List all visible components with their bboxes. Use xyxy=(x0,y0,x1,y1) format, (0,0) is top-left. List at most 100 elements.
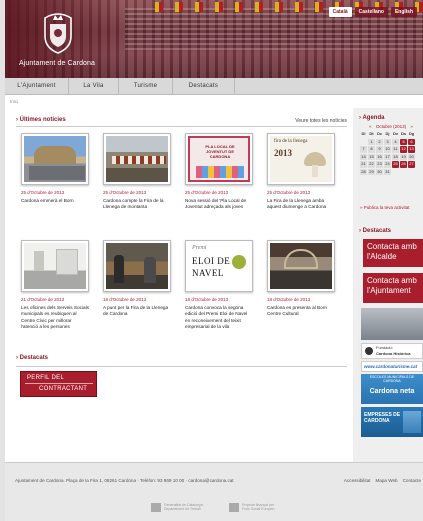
fse-logo[interactable]: Projecte finançat per Fons Social Europe… xyxy=(229,501,282,513)
news-item[interactable]: Premi ELOI DE NAVEL 18 d'Octubre de 2013… xyxy=(185,240,253,331)
calendar-day[interactable]: 4 xyxy=(392,138,399,145)
calendar-day[interactable]: 29 xyxy=(368,168,375,175)
navel-label: NAVEL xyxy=(192,268,224,278)
calendar-day[interactable] xyxy=(392,169,399,176)
all-news-link[interactable]: Veure totes les notícies xyxy=(295,118,347,124)
footer-link-mapa-web[interactable]: Mapa Web xyxy=(375,478,397,483)
news-thumbnail[interactable] xyxy=(267,240,335,292)
news-item[interactable]: 21 d'Octubre de 2013 Les oficines dels S… xyxy=(21,240,89,331)
calendar-day[interactable]: 28 xyxy=(360,168,367,175)
calendar-day[interactable]: 20 xyxy=(408,153,415,160)
cal-month: Octubre (2013) xyxy=(375,124,407,129)
calendar-day[interactable]: 13 xyxy=(408,146,415,153)
footer: Ajuntament de Cardona. Plaça de la Fira … xyxy=(5,462,423,521)
calendar-day[interactable]: 22 xyxy=(368,161,375,168)
escoles-banner[interactable]: ESCOLES MUNICIPALS DE CARDONA Cardona ne… xyxy=(361,374,423,404)
breadcrumb[interactable]: Inici xyxy=(10,99,18,104)
calendar-day[interactable]: 16 xyxy=(376,153,383,160)
calendar-day[interactable]: 5 xyxy=(400,138,407,145)
calendar-day[interactable]: 19 xyxy=(400,153,407,160)
calendar-day[interactable]: 17 xyxy=(384,153,391,160)
lang-castellano[interactable]: Castellano xyxy=(354,7,388,17)
perfil-contractant-banner[interactable]: PERFIL DEL CONTRACTANT xyxy=(20,371,97,397)
contact-ajuntament-button[interactable]: Contacta amb l'Ajuntament xyxy=(363,273,423,303)
calendar-day[interactable]: 6 xyxy=(408,138,415,145)
calendar-day[interactable]: 18 xyxy=(392,153,399,160)
fundacio-title: Fundació xyxy=(376,345,393,350)
calendar-day[interactable]: 30 xyxy=(376,168,383,175)
calendar-day[interactable] xyxy=(360,139,367,146)
news-headline[interactable]: Nova sessió del 'Pla Local de Joventut a… xyxy=(185,198,253,211)
fundacio-banner[interactable]: Fundació Cardona Històrica xyxy=(361,343,423,359)
news-headline[interactable]: Cardona convoca la segona edició del Pre… xyxy=(185,305,253,331)
header-banner: Ajuntament de Cardona Català Castellano … xyxy=(5,0,423,78)
town-photo-banner[interactable] xyxy=(361,308,423,340)
calendar-day[interactable]: 21 xyxy=(360,161,367,168)
news-item[interactable]: 18 d'Octubre de 2013 A punt per la Fira … xyxy=(103,240,171,318)
turisme-web-banner[interactable]: www.cardonaturisme.cat xyxy=(361,361,423,372)
news-thumbnail[interactable] xyxy=(103,240,171,292)
calendar-day[interactable]: 14 xyxy=(360,153,367,160)
calendar-day[interactable]: 3 xyxy=(384,138,391,145)
news-headline[interactable]: A punt per la Fira de la Llenega de Card… xyxy=(103,305,171,318)
calendar-day[interactable]: 9 xyxy=(376,146,383,153)
perfil-line1: PERFIL DEL xyxy=(27,375,65,381)
news-headline[interactable]: La Fira de la Llenega amba aquest diumen… xyxy=(267,198,335,211)
calendar-day[interactable]: 15 xyxy=(368,153,375,160)
news-thumbnail[interactable]: fira de la llenega 2013 xyxy=(267,133,335,185)
eloi-label: ELOI DE xyxy=(192,256,231,266)
nav-la-vila[interactable]: La Vila xyxy=(69,78,119,94)
footer-link-accessibilitat[interactable]: Accessibilitat xyxy=(344,478,371,483)
generalitat-logo-text: Generalitat de Catalunya Departament de … xyxy=(164,503,203,511)
generalitat-logo[interactable]: Generalitat de Catalunya Departament de … xyxy=(151,501,204,513)
nav-turisme[interactable]: Turisme xyxy=(119,78,173,94)
lang-english[interactable]: English xyxy=(390,7,417,17)
news-headline[interactable]: Cardona compte la Fira de la Llenega de … xyxy=(103,198,171,211)
site-name[interactable]: Ajuntament de Cardona xyxy=(19,60,95,67)
empreses-banner[interactable]: EMPRESES DE CARDONA xyxy=(361,407,423,437)
calendar-day[interactable]: 1 xyxy=(368,138,375,145)
destacats-section-title: Destacats xyxy=(16,355,48,361)
calendar-day[interactable]: 23 xyxy=(376,161,383,168)
pla-label: PLA LOCAL DE JOVENTUT DE CARDONA xyxy=(205,144,235,159)
calendar-day[interactable]: 7 xyxy=(360,146,367,153)
contact-alcalde-button[interactable]: Contacta amb l'Alcalde xyxy=(363,239,423,267)
news-item[interactable]: fira de la llenega 2013 25 d'Octubre de … xyxy=(267,133,335,211)
news-date: 18 d'Octubre de 2013 xyxy=(185,297,229,302)
calendar-day[interactable]: 12 xyxy=(400,146,407,153)
news-thumbnail[interactable]: PLA LOCAL DE JOVENTUT DE CARDONA xyxy=(185,133,253,185)
cal-prev-icon[interactable]: « xyxy=(369,124,372,129)
news-item[interactable]: 25 d'Octubre de 2013 Cardona compte la F… xyxy=(103,133,171,211)
calendar-day[interactable]: 31 xyxy=(384,168,391,175)
news-headline[interactable]: Cardona es presenta al Born Centre Cultu… xyxy=(267,305,335,318)
nav-ajuntament[interactable]: L'Ajuntament xyxy=(5,78,69,94)
calendar-day[interactable]: 2 xyxy=(376,138,383,145)
news-thumbnail[interactable] xyxy=(103,133,171,185)
publica-activitat-link[interactable]: » Publica la teva activitat xyxy=(360,205,410,210)
calendar-day[interactable]: 8 xyxy=(368,146,375,153)
nav-destacats[interactable]: Destacats xyxy=(173,78,235,94)
calendar-day[interactable]: 10 xyxy=(384,146,391,153)
news-item[interactable]: 25 d'Octubre de 2013 Cardona emmerà el B… xyxy=(21,133,89,204)
news-thumbnail[interactable] xyxy=(21,240,89,292)
news-headline[interactable]: Les oficines dels Serveis Socials munici… xyxy=(21,305,89,331)
cal-next-icon[interactable]: » xyxy=(410,124,413,129)
calendar-day[interactable]: 27 xyxy=(408,161,415,168)
lang-catala[interactable]: Català xyxy=(328,7,352,17)
calendar-day[interactable] xyxy=(408,169,415,176)
calendar-weekday: Dg xyxy=(408,131,415,136)
news-item[interactable]: 18 d'Octubre de 2013 Cardona es presenta… xyxy=(267,240,335,318)
divider xyxy=(16,126,347,127)
news-thumbnail[interactable]: Premi ELOI DE NAVEL xyxy=(185,240,253,292)
calendar-day[interactable]: 25 xyxy=(392,161,399,168)
escoles-title: ESCOLES MUNICIPALS DE CARDONA xyxy=(369,375,415,383)
calendar-day[interactable]: 26 xyxy=(400,161,407,168)
calendar-day[interactable] xyxy=(400,169,407,176)
calendar-day[interactable]: 11 xyxy=(392,146,399,153)
calendar-day[interactable]: 24 xyxy=(384,161,391,168)
crest-icon[interactable] xyxy=(41,10,75,54)
news-headline[interactable]: Cardona emmerà el Born xyxy=(21,198,89,204)
news-thumbnail[interactable] xyxy=(21,133,89,185)
footer-link-contacte[interactable]: Contacte xyxy=(403,478,421,483)
news-item[interactable]: PLA LOCAL DE JOVENTUT DE CARDONA 25 d'Oc… xyxy=(185,133,253,211)
